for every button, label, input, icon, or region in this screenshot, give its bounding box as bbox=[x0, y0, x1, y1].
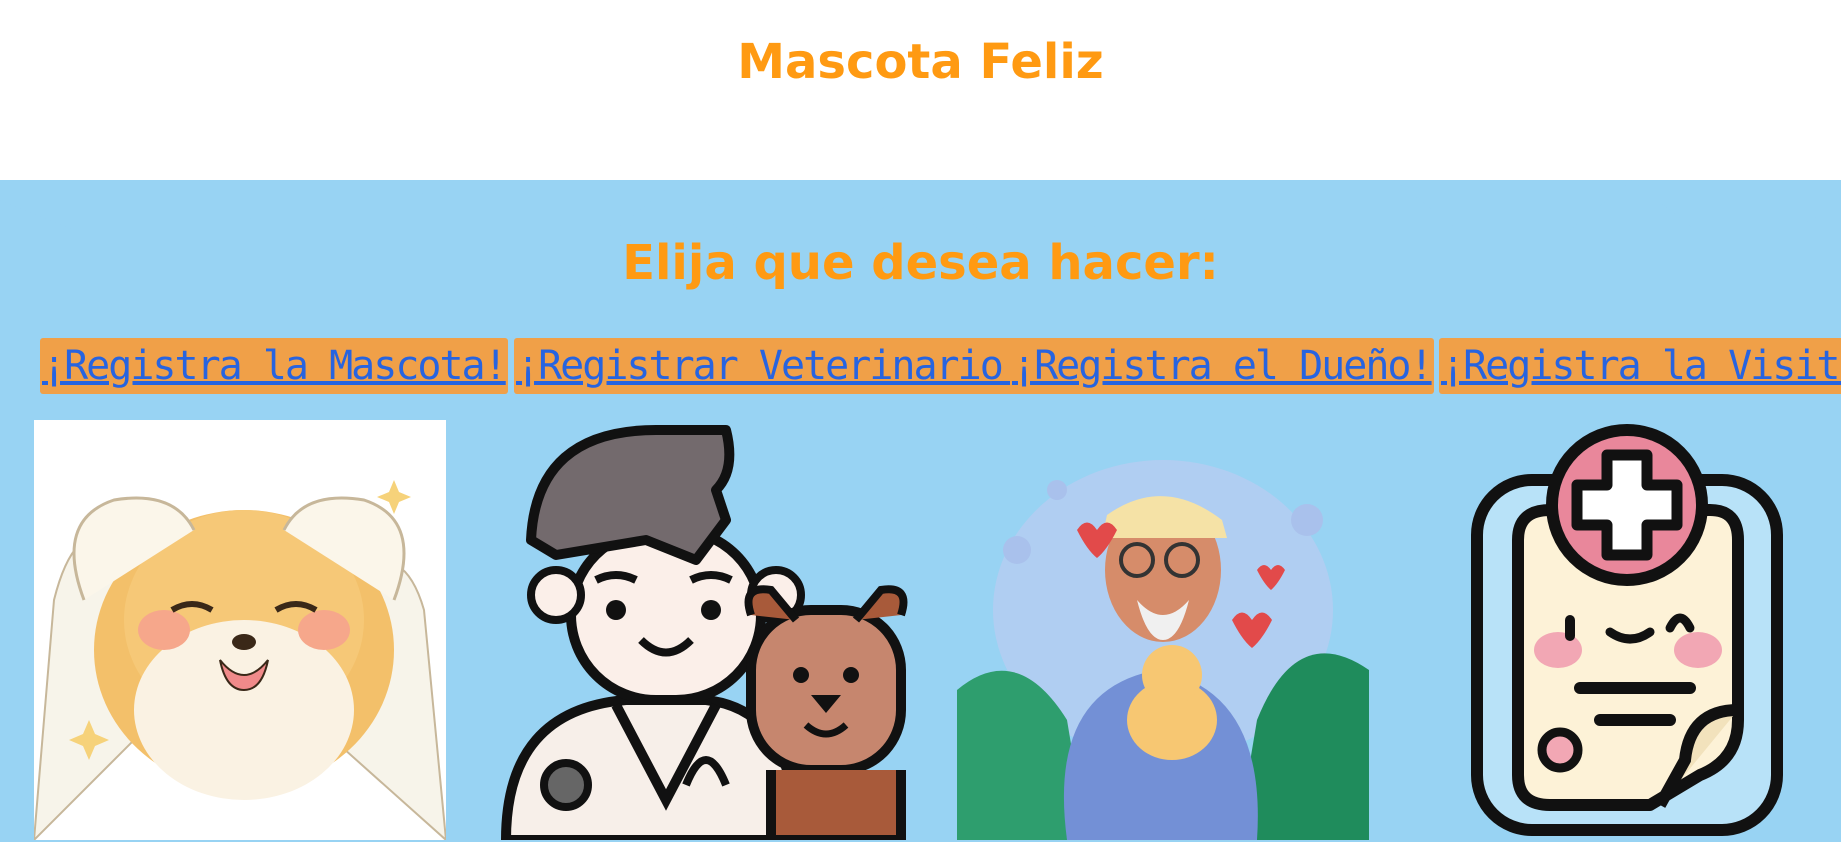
vet-card[interactable] bbox=[496, 420, 908, 840]
section-prompt: Elija que desea hacer: bbox=[622, 235, 1219, 291]
owner-card[interactable] bbox=[957, 420, 1369, 840]
register-pet-link[interactable]: ¡Registra la Mascota! bbox=[40, 338, 508, 394]
register-visit-link[interactable]: ¡Registra la Visita! bbox=[1439, 338, 1841, 394]
register-owner-link[interactable]: ¡Registra el Dueño! bbox=[1010, 338, 1434, 394]
owner-icon bbox=[957, 420, 1369, 840]
pet-card[interactable] bbox=[34, 420, 446, 840]
register-vet-link[interactable]: ¡Registrar Veterinario! bbox=[514, 338, 1026, 394]
clipboard-icon bbox=[1471, 424, 1783, 836]
site-title: Mascota Feliz bbox=[737, 34, 1104, 90]
wave-divider bbox=[0, 180, 1841, 235]
visit-card[interactable] bbox=[1420, 420, 1832, 840]
veterinarian-icon bbox=[500, 425, 908, 840]
dog-icon bbox=[34, 420, 446, 840]
